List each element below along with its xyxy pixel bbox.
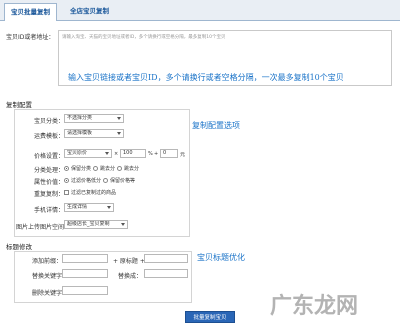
prefix-input[interactable] [62,254,108,263]
title-edit-title: 标题修改 [6,243,32,251]
chevron-down-icon [105,152,109,155]
delete-keyword-input[interactable] [62,286,108,295]
mobile-detail-value: 生成详情 [67,204,88,210]
category-label: 宝贝分类： [34,118,65,125]
config-hint-note: 复制配置选项 [192,121,240,130]
repeat-filter-label: 重复复制： [34,191,65,198]
price-multiply-sign: × [114,151,119,157]
price-base-select[interactable]: 宝贝原价 [64,149,112,158]
category-skip-label-1: 跳去分 [100,166,116,172]
price-plus-sign: + [154,151,159,157]
percent-unit: % [148,151,153,157]
tab-store-copy[interactable]: 全店宝贝复制 [64,3,115,21]
attr-keep-label: 保留价格等 [110,178,136,184]
url-placeholder: 请输入淘宝、天猫的宝贝地址或者ID，多个请换行或空格分隔，最多复制10个宝贝 [62,35,226,40]
attr-keep-radio[interactable] [103,178,108,183]
image-space-value: 超级店长_宝贝复制 [67,221,110,227]
chevron-down-icon [117,117,121,120]
category-value: 不选择分类 [67,115,93,121]
url-input-label: 宝贝ID或者地址： [6,34,55,41]
shipping-label: 运费模板： [34,133,65,140]
image-space-label: 图片上传图片空间： [16,224,71,231]
suffix-input[interactable] [144,254,188,263]
price-add-input[interactable]: 0 [160,149,178,158]
attr-filter-label: 过滤价格低分 [71,178,102,184]
url-hint-note: 输入宝贝链接或者宝贝ID，多个请换行或者空格分隔，一次最多复制10个宝贝 [68,73,344,82]
chevron-down-icon [121,223,125,226]
replace-with-label: 替换成： [118,273,143,280]
tab-bar: 宝贝批量复制 全店宝贝复制 [0,0,400,21]
repeat-filter-option: 过滤已复制过的商品 [71,190,117,196]
category-handling-label: 分类处理： [34,167,65,174]
chevron-down-icon [117,132,121,135]
image-space-select[interactable]: 超级店长_宝贝复制 [64,220,128,229]
price-unit: 元 [180,152,186,158]
category-keep-radio[interactable] [64,166,69,171]
copy-config-title: 复制配置 [6,101,32,109]
tab-batch-copy[interactable]: 宝贝批量复制 [4,3,57,21]
batch-copy-button[interactable]: 批量复制宝贝 [185,311,235,323]
category-skip-label-2: 跳去分 [124,166,140,172]
mobile-detail-label: 手机详情： [34,207,65,214]
attr-filter-radio[interactable] [64,178,69,183]
chevron-down-icon [107,206,111,209]
replace-with-input[interactable] [144,269,188,278]
shipping-value: 请选择模板 [67,130,93,136]
original-title-label: + 原标题 + [113,258,145,265]
price-base-value: 宝贝原价 [67,150,88,156]
category-keep-label: 保留分类 [71,166,92,172]
shipping-select[interactable]: 请选择模板 [64,129,124,138]
price-percent-input[interactable]: 100 [120,149,146,158]
watermark-text: 广东龙网 [270,293,359,319]
price-label: 价格设置： [34,153,65,160]
category-select[interactable]: 不选择分类 [64,114,124,123]
title-hint-note: 宝贝标题优化 [197,253,245,262]
category-skip-radio-1[interactable] [93,166,98,171]
replace-keyword-input[interactable] [62,269,108,278]
repeat-filter-checkbox[interactable] [64,190,69,195]
mobile-detail-select[interactable]: 生成详情 [64,203,114,212]
prefix-label: 添加前缀： [32,258,63,265]
attr-value-label: 属性价值： [34,179,65,186]
category-skip-radio-2[interactable] [117,166,122,171]
